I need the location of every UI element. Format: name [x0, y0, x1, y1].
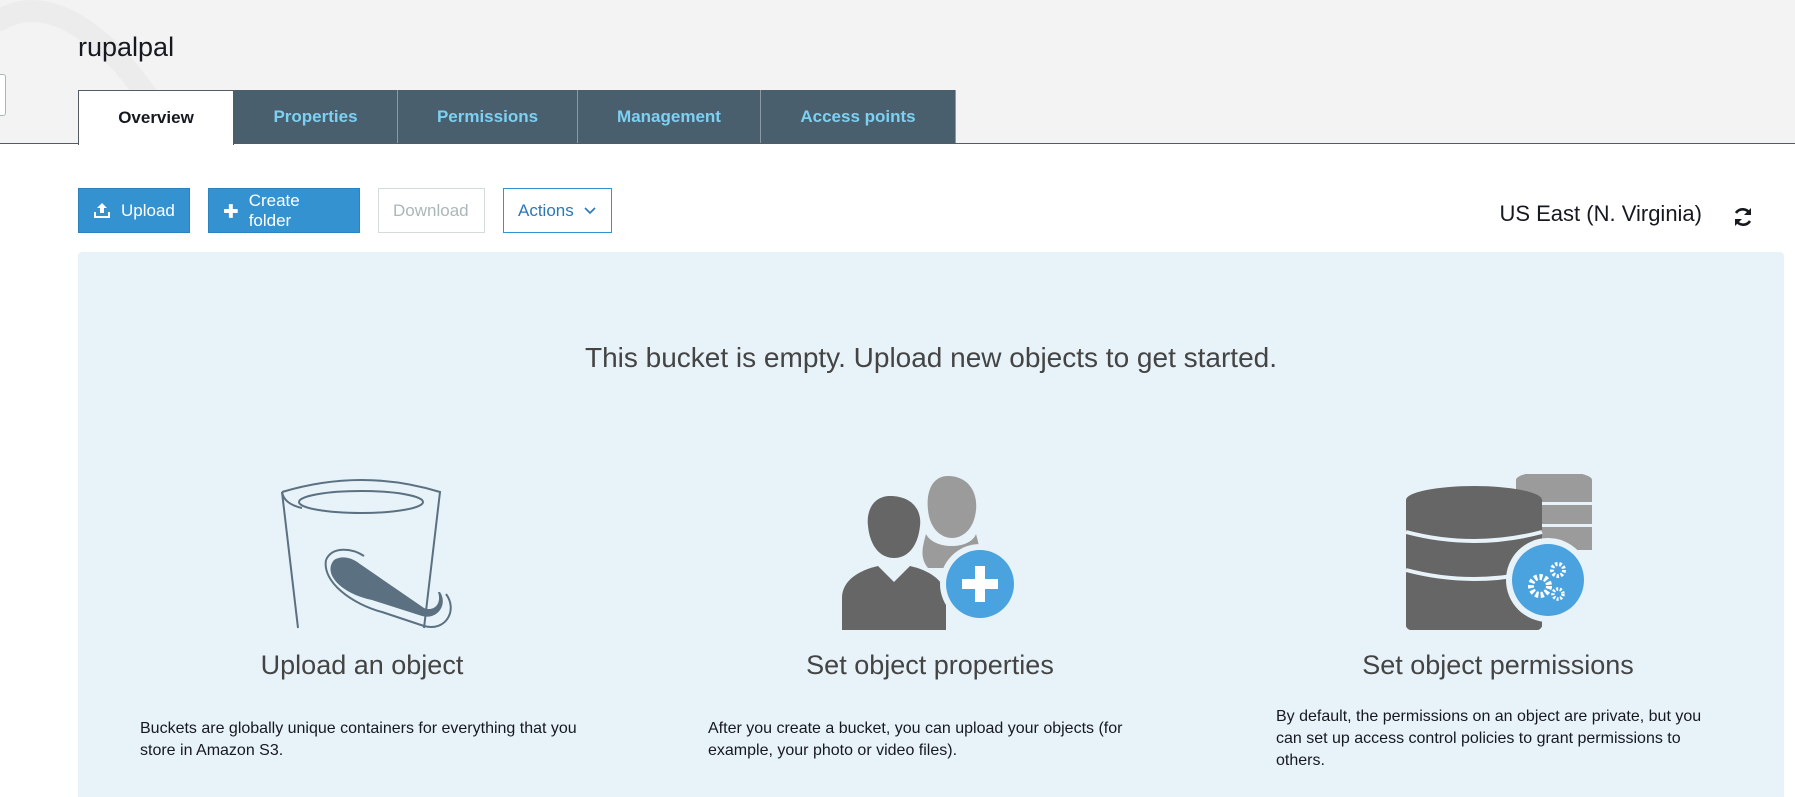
plus-icon — [223, 203, 238, 218]
actions-dropdown[interactable]: Actions — [503, 188, 612, 233]
download-button[interactable]: Download — [378, 188, 485, 233]
create-folder-button-label: Create folder — [248, 190, 300, 230]
object-permissions-illustration — [1278, 474, 1718, 630]
object-properties-title: Set object properties — [806, 650, 1054, 680]
upload-object-title: Upload an object — [260, 650, 464, 680]
empty-bucket-message: This bucket is empty. Upload new objects… — [584, 342, 1278, 373]
object-permissions-title: Set object permissions — [1362, 650, 1634, 680]
upload-object-illustration — [142, 474, 582, 630]
object-properties-description: After you create a bucket, you can uploa… — [708, 718, 1148, 762]
sidebar-collapse-handle[interactable] — [0, 74, 6, 116]
users-add-icon — [842, 476, 1020, 630]
region-label: US East (N. Virginia) — [1499, 201, 1702, 226]
tab-permissions[interactable]: Permissions — [398, 90, 578, 143]
object-properties-description-text: After you create a bucket, you can uploa… — [708, 720, 1123, 759]
chevron-down-icon — [584, 206, 596, 214]
database-settings-icon — [1405, 474, 1592, 630]
upload-object-description: Buckets are globally unique containers f… — [140, 718, 580, 762]
upload-icon — [94, 202, 110, 218]
download-button-label: Download — [393, 200, 469, 220]
object-permissions-description: By default, the permissions on an object… — [1276, 706, 1716, 772]
tab-management[interactable]: Management — [578, 90, 761, 143]
object-toolbar: Upload Create folder Download Actions — [78, 188, 612, 233]
actions-dropdown-label: Actions — [518, 200, 574, 220]
tab-access-points[interactable]: Access points — [761, 90, 956, 143]
tab-overview[interactable]: Overview — [78, 90, 234, 145]
bucket-tabs: Overview Properties Permissions Manageme… — [78, 90, 956, 145]
object-permissions-description-text: By default, the permissions on an object… — [1276, 708, 1702, 769]
upload-object-description-text: Buckets are globally unique containers f… — [140, 720, 577, 759]
refresh-icon[interactable] — [1731, 205, 1755, 229]
bucket-name-title: rupalpal — [78, 32, 175, 62]
upload-button[interactable]: Upload — [78, 188, 190, 233]
empty-bucket-panel: This bucket is empty. Upload new objects… — [78, 252, 1784, 797]
object-properties-illustration — [710, 474, 1150, 630]
tab-properties[interactable]: Properties — [234, 90, 398, 143]
bucket-icon — [281, 479, 452, 629]
create-folder-button[interactable]: Create folder — [208, 188, 360, 233]
upload-button-label: Upload — [121, 200, 175, 220]
